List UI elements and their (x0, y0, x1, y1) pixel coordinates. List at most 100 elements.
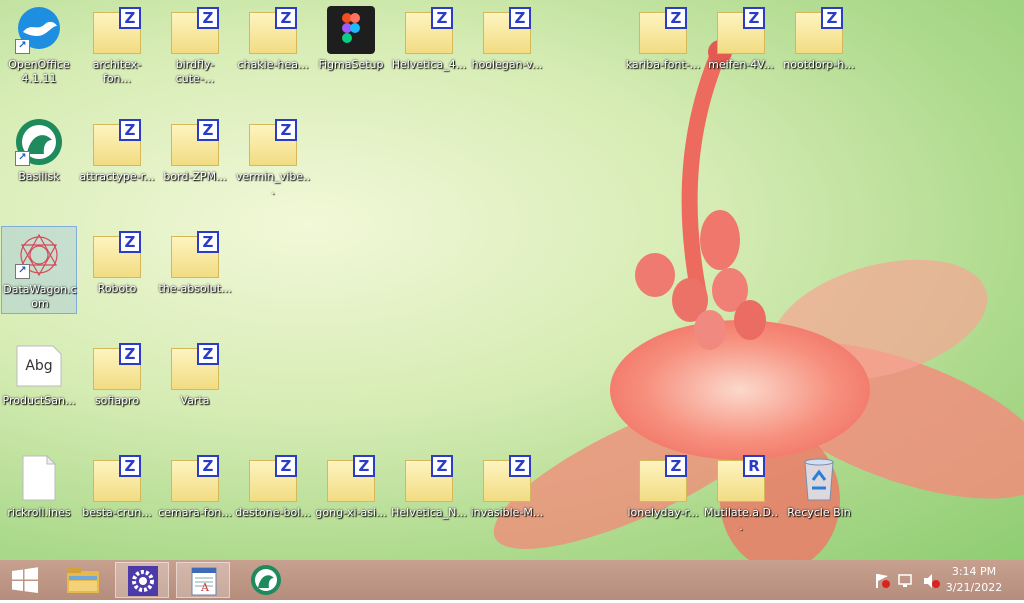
font-file-icon: Z (405, 6, 453, 54)
file-explorer-button[interactable] (56, 562, 110, 598)
font-file-icon: Z (171, 6, 219, 54)
desktop-icon-varta[interactable]: Z Varta (157, 338, 233, 422)
desktop-icon-vermin[interactable]: Zvermin_vibe... (235, 114, 311, 198)
desktop-icon-productsans[interactable]: Abg ProductSan... (1, 338, 77, 422)
basilisk-icon: ↗ (15, 118, 63, 166)
desktop-icon-label: cemara-fon... (158, 506, 232, 519)
desktop-icon-meifen[interactable]: Zmeifen-4V... (703, 2, 779, 86)
document-viewer-button[interactable]: A (176, 562, 230, 598)
desktop-icon-label: attractype-r... (79, 170, 155, 183)
desktop-icon-label: destone-bol... (235, 506, 311, 519)
figma-icon (327, 6, 375, 54)
desktop-icon-recyclebin[interactable]: Recycle Bin (781, 450, 857, 534)
desktop-icon-label: DataWagon.c om (3, 283, 77, 310)
font-file-icon: Z (249, 454, 297, 502)
svg-text:A: A (200, 581, 210, 594)
desktop-icon-gongxi[interactable]: Zgong-xi-asi... (313, 450, 389, 534)
desktop-icon-label: sofiapro (94, 394, 140, 407)
datawagon-icon: ↗ (15, 231, 63, 279)
font-file-icon: Z (171, 342, 219, 390)
font-file-icon: Z (249, 6, 297, 54)
desktop-icon-besta[interactable]: Zbesta-crun... (79, 450, 155, 534)
clock-date: 3/21/2022 (945, 581, 1003, 594)
start-button[interactable] (0, 562, 50, 598)
document-icon: A (191, 567, 217, 596)
basilisk-taskbar-button[interactable] (238, 562, 292, 598)
font-file-icon: Z (93, 6, 141, 54)
font-file-icon: Z (171, 118, 219, 166)
desktop-icon-label: OpenOffice 4.1.11 (8, 58, 70, 85)
recycle-bin-icon (795, 454, 843, 502)
desktop-icon-label: hoolegan-v... (471, 58, 543, 71)
font-file-icon: Z (171, 230, 219, 278)
network-icon[interactable] (898, 574, 912, 587)
desktop-icon-label: besta-crun... (82, 506, 152, 519)
desktop-icon-sofiapro[interactable]: Zsofiapro (79, 338, 155, 422)
desktop-icon-label: nootdorp-h... (783, 58, 855, 71)
desktop-icon-lonelyday[interactable]: Zlonelyday-r... (625, 450, 701, 534)
desktop-icon-theabsolut[interactable]: Zthe-absolut... (157, 226, 233, 310)
desktop-icon-basilisk[interactable]: ↗ Basilisk (1, 114, 77, 198)
blank-file-icon (15, 454, 63, 502)
desktop-icon-helveticaN[interactable]: Z Helvetica_N... (391, 450, 467, 534)
desktop-icon-attractype[interactable]: Zattractype-r... (79, 114, 155, 198)
desktop-icon-helvetica4[interactable]: Z Helvetica_4... (391, 2, 467, 86)
desktop-icon-label: Mutilate.a.D... (704, 506, 778, 533)
folder-icon (67, 568, 99, 593)
desktop-icon-hoolegan[interactable]: Zhoolegan-v... (469, 2, 545, 86)
desktop-icon-label: meifen-4V... (708, 58, 774, 71)
desktop-icon-invasible[interactable]: Zinvasible-M... (469, 450, 545, 534)
desktop-icon-roboto[interactable]: Z Roboto (79, 226, 155, 310)
desktop-icon-bord[interactable]: Zbord-ZPM... (157, 114, 233, 198)
settings-button[interactable] (115, 562, 169, 598)
desktop-icon-label: FigmaSetup (318, 58, 384, 71)
desktop-icon-label: bord-ZPM... (163, 170, 227, 183)
font-file-icon: Z (93, 454, 141, 502)
font-file-icon: Z (483, 454, 531, 502)
font-file-icon: Z (405, 454, 453, 502)
desktop-icon-label: lonelyday-r... (627, 506, 699, 519)
desktop-icon-label: Helvetica_4... (391, 58, 467, 71)
gear-icon (128, 566, 158, 596)
desktop-icon-label: the-absolut... (158, 282, 232, 295)
desktop-icon-datawagon[interactable]: ↗ DataWagon.c om (1, 226, 77, 314)
font-preview-icon: Abg (15, 342, 63, 390)
clock[interactable]: 3:14 PM 3/21/2022 (944, 564, 1004, 596)
desktop-icon-label: Basilisk (18, 170, 60, 183)
system-tray (872, 560, 942, 600)
openoffice-icon: ↗ (15, 6, 63, 54)
desktop-icon-label: Helvetica_N... (391, 506, 467, 519)
volume-muted-icon[interactable] (924, 574, 940, 588)
desktop-icon-architex[interactable]: Zarchitex-fon... (79, 2, 155, 86)
font-file-icon: Z (93, 230, 141, 278)
basilisk-icon (251, 565, 281, 595)
font-file-icon: Z (483, 6, 531, 54)
desktop-icon-label: ProductSan... (2, 394, 76, 407)
desktop-icon-rickroll[interactable]: rickroll.ines (1, 450, 77, 534)
font-file-icon: R (717, 454, 765, 502)
desktop-icon-label: Varta (180, 394, 210, 407)
desktop-icon-birdfly[interactable]: Zbirdfly-cute-... (157, 2, 233, 86)
desktop[interactable]: ↗ OpenOffice 4.1.11 Zarchitex-fon... Zbirdf… (0, 0, 1024, 560)
windows-logo-icon (12, 567, 38, 593)
desktop-icon-openoffice[interactable]: ↗ OpenOffice 4.1.11 (1, 2, 77, 86)
desktop-icon-figmasetup[interactable]: FigmaSetup (313, 2, 389, 86)
desktop-icon-chakie[interactable]: Zchakie-hea... (235, 2, 311, 86)
font-file-icon: Z (639, 454, 687, 502)
font-file-icon: Z (327, 454, 375, 502)
desktop-icon-label: gong-xi-asi... (315, 506, 387, 519)
desktop-icon-kariba[interactable]: Zkariba-font-... (625, 2, 701, 86)
desktop-icon-label: Roboto (97, 282, 137, 295)
clock-time: 3:14 PM (951, 565, 997, 578)
taskbar: A 3:14 PM 3/21/2022 (0, 560, 1024, 600)
desktop-icon-label: kariba-font-... (625, 58, 701, 71)
action-center-flag-icon[interactable] (876, 574, 890, 588)
desktop-icon-label: invasible-M... (470, 506, 544, 519)
font-file-icon: Z (93, 118, 141, 166)
desktop-icon-mutilate[interactable]: R Mutilate.a.D... (703, 450, 779, 534)
desktop-icon-label: birdfly-cute-... (175, 58, 215, 85)
desktop-icon-nootdorp[interactable]: Znootdorp-h... (781, 2, 857, 86)
desktop-icon-cemara[interactable]: Zcemara-fon... (157, 450, 233, 534)
desktop-icon-destone[interactable]: Zdestone-bol... (235, 450, 311, 534)
font-file-icon: Z (171, 454, 219, 502)
